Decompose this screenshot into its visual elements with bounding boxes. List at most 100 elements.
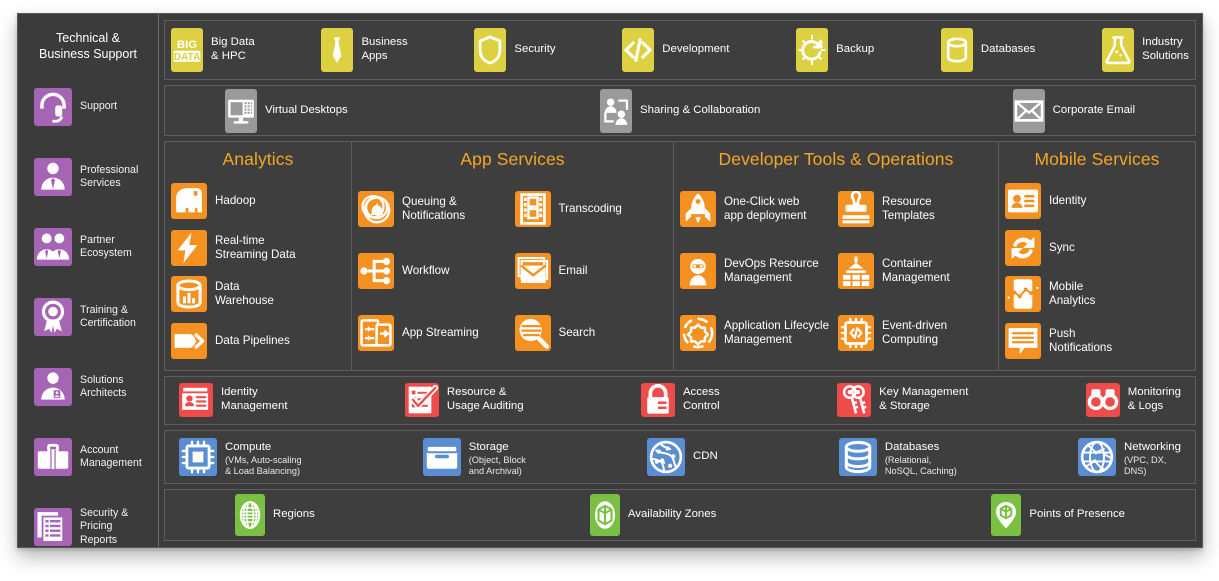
item-sublabel: (Relational, NoSQL, Caching) — [884, 455, 957, 477]
item-label: Data Warehouse — [215, 280, 274, 308]
service-item[interactable]: App Streaming — [356, 315, 513, 351]
top-service-item[interactable]: BIG DATA Big Data & HPC — [171, 28, 255, 73]
item-label: Points of Presence — [1029, 508, 1125, 521]
service-item[interactable]: Data Warehouse — [169, 276, 347, 313]
service-item[interactable]: Data Pipelines — [169, 322, 347, 359]
security-identity-band: Identity Management Resource & Usage Audi… — [164, 376, 1196, 425]
top-service-item[interactable]: Industry Solutions — [1102, 28, 1189, 73]
global-infra-item[interactable]: Regions — [235, 494, 315, 537]
service-item[interactable]: Real-time Streaming Data — [169, 229, 347, 266]
item-label: Solutions Architects — [80, 373, 127, 399]
column-items: One-Click web app deployment Resource Tem… — [674, 178, 998, 370]
envelope-icon — [1012, 88, 1045, 133]
service-item[interactable]: Mobile Analytics — [1003, 276, 1191, 313]
service-item[interactable]: Transcoding — [513, 191, 670, 228]
global-infra-item[interactable]: Availability Zones — [589, 494, 717, 537]
item-label: Container Management — [882, 256, 950, 285]
security-item[interactable]: Monitoring & Logs — [1085, 383, 1181, 418]
security-item[interactable]: Resource & Usage Auditing — [404, 383, 524, 418]
top-service-item[interactable]: Business Apps — [321, 28, 408, 73]
infrastructure-item[interactable]: Networking (VPC, DX, DNS) — [1077, 437, 1181, 477]
item-label: Security — [514, 43, 556, 56]
item-label: Corporate Email — [1052, 103, 1135, 116]
security-item[interactable]: Access Control — [640, 383, 720, 418]
item-label: Mobile Analytics — [1049, 280, 1096, 308]
top-service-item[interactable]: Security — [474, 28, 556, 73]
security-item[interactable]: Identity Management — [179, 383, 288, 418]
service-item[interactable]: Hadoop — [169, 183, 347, 220]
item-label: Identity — [1049, 194, 1087, 208]
infrastructure-item[interactable]: Storage (Object, Block and Archival) — [422, 437, 526, 477]
top-service-item[interactable]: Databases — [940, 28, 1035, 73]
sidebar-item-security-pricing-reports[interactable]: Security & Pricing Reports — [18, 492, 158, 547]
sync-arrows-icon — [1005, 229, 1041, 266]
devops-person-icon — [680, 253, 716, 290]
item-label: Hadoop — [215, 194, 256, 208]
top-service-item[interactable]: Development — [622, 28, 729, 73]
service-item[interactable]: Application Lifecycle Management — [678, 315, 836, 351]
item-label: Regions — [273, 508, 315, 521]
item-label: Resource & Usage Auditing — [446, 386, 524, 413]
enterprise-app-item[interactable]: Sharing & Collaboration — [600, 88, 760, 133]
sidebar-item-training-certification[interactable]: Training & Certification — [18, 282, 158, 352]
service-item[interactable]: Identity — [1003, 183, 1191, 220]
column-items: Hadoop Real-time Streaming Data Data Wareh… — [165, 178, 351, 370]
item-text-block: Databases (Relational, NoSQL, Caching) — [885, 437, 957, 477]
storage-box-icon — [422, 438, 461, 477]
core-infrastructure-band: Compute (VMs, Auto-scaling & Load Balanci… — [164, 429, 1196, 485]
person-badge-icon — [34, 368, 72, 406]
service-item[interactable]: Search — [513, 315, 670, 351]
service-item[interactable]: Workflow — [356, 253, 513, 290]
film-strip-icon — [514, 191, 551, 228]
item-label: Storage — [468, 441, 509, 454]
service-item[interactable]: Email — [513, 253, 670, 290]
global-infra-item[interactable]: Points of Presence — [991, 494, 1125, 537]
item-label: Account Management — [80, 443, 142, 469]
item-label: Data Pipelines — [215, 333, 290, 347]
service-item[interactable]: Event-driven Computing — [836, 315, 994, 351]
item-label: Networking — [1123, 441, 1181, 454]
infrastructure-item[interactable]: Databases (Relational, NoSQL, Caching) — [838, 437, 957, 477]
service-item[interactable]: Container Management — [836, 253, 994, 290]
svg-text:DATA: DATA — [174, 52, 201, 63]
item-label: Industry Solutions — [1142, 36, 1189, 63]
item-label: Training & Certification — [80, 303, 136, 329]
sidebar-item-account-management[interactable]: Account Management — [18, 422, 158, 492]
sidebar-item-professional-services[interactable]: Professional Services — [18, 142, 158, 212]
item-label: Resource Templates — [882, 194, 935, 223]
top-service-item[interactable]: Backup — [796, 28, 874, 73]
item-label: Availability Zones — [627, 508, 717, 521]
global-infrastructure-band: Regions Availability Zones Points of Prese… — [164, 489, 1196, 542]
service-item[interactable]: Sync — [1003, 229, 1191, 266]
cpu-chip-icon — [179, 438, 217, 477]
item-label: Databases — [884, 441, 940, 454]
item-sublabel: (VMs, Auto-scaling & Load Balancing) — [225, 455, 302, 477]
infrastructure-item[interactable]: Compute (VMs, Auto-scaling & Load Balanci… — [179, 437, 302, 477]
item-text-block: Storage (Object, Block and Archival) — [469, 437, 526, 477]
column-developer-tools: Developer Tools & Operations One-Click we… — [673, 142, 998, 370]
enterprise-app-item[interactable]: Corporate Email — [1012, 88, 1135, 133]
service-item[interactable]: Queuing & Notifications — [356, 191, 513, 228]
service-columns-band: Analytics Hadoop Real-time Streaming Data D… — [164, 141, 1196, 371]
column-items: Identity Sync Mobile Analytics Push Notific… — [999, 178, 1195, 370]
security-item[interactable]: Key Management & Storage — [837, 383, 968, 418]
service-item[interactable]: One-Click web app deployment — [678, 191, 836, 228]
service-item[interactable]: DevOps Resource Management — [678, 253, 836, 290]
service-item[interactable]: Resource Templates — [836, 191, 994, 228]
big-data-icon: BIG DATA — [171, 28, 203, 73]
item-label: Email — [558, 263, 588, 277]
sidebar-item-support[interactable]: Support — [18, 72, 158, 142]
zone-cube-icon — [589, 494, 620, 537]
column-title: Developer Tools & Operations — [718, 149, 954, 170]
sidebar-item-solutions-architects[interactable]: Solutions Architects — [18, 352, 158, 422]
speech-lines-icon — [1005, 322, 1041, 359]
sidebar-item-partner-ecosystem[interactable]: Partner Ecosystem — [18, 212, 158, 282]
infrastructure-item[interactable]: CDN — [647, 438, 718, 477]
enterprise-app-item[interactable]: Virtual Desktops — [225, 88, 348, 133]
item-text-block: Compute (VMs, Auto-scaling & Load Balanci… — [225, 437, 302, 477]
bell-stack-icon — [358, 191, 394, 228]
item-label: CDN — [693, 450, 718, 463]
item-label: Application Lifecycle Management — [724, 318, 830, 346]
service-item[interactable]: Push Notifications — [1003, 322, 1191, 359]
column-title: Mobile Services — [1034, 149, 1160, 170]
